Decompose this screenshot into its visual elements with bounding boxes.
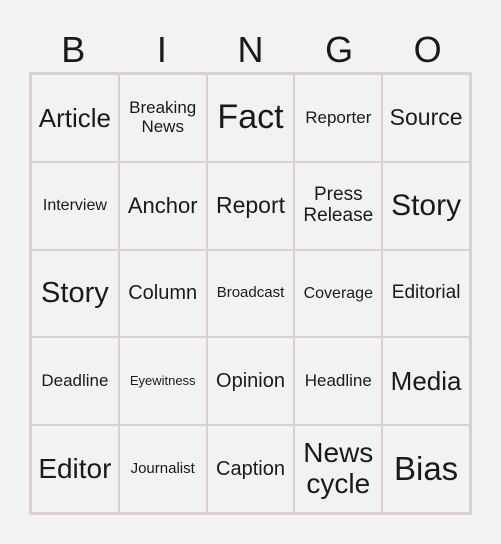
bingo-cell[interactable]: Breaking News [118,74,207,162]
header-letter-i: I [156,29,167,70]
bingo-cell[interactable]: Coverage [294,249,383,338]
bingo-cell[interactable]: Headline [294,337,383,426]
bingo-grid: Article Breaking News Fact Reporter Source In… [29,72,472,515]
bingo-cell[interactable]: Media [382,337,470,426]
header-letter-g: G [325,29,354,70]
bingo-cell[interactable]: Eyewitness [118,337,207,426]
bingo-cell[interactable]: Story [382,161,470,250]
bingo-cell[interactable]: Bias [382,425,470,513]
bingo-cell[interactable]: Editorial [382,249,470,338]
bingo-cell[interactable]: Anchor [118,161,207,250]
bingo-cell[interactable]: News cycle [294,425,383,513]
bingo-cell[interactable]: Opinion [206,337,295,426]
header-letter-o: O [413,29,442,70]
bingo-cell[interactable]: Source [382,74,470,162]
bingo-cell[interactable]: Broadcast [206,249,295,338]
bingo-cell[interactable]: Press Release [294,161,383,250]
bingo-cell[interactable]: Caption [206,425,295,513]
bingo-cell[interactable]: Fact [206,74,295,162]
bingo-cell[interactable]: Interview [31,161,119,250]
bingo-cell[interactable]: Journalist [118,425,207,513]
bingo-cell[interactable]: Report [206,161,295,250]
bingo-cell[interactable]: Deadline [31,337,119,426]
bingo-header: B I N G O [29,30,472,70]
bingo-cell[interactable]: Column [118,249,207,338]
bingo-cell[interactable]: Story [31,249,119,338]
bingo-cell[interactable]: Article [31,74,119,162]
header-letter-b: B [61,29,86,70]
bingo-cell[interactable]: Editor [31,425,119,513]
bingo-cell[interactable]: Reporter [294,74,383,162]
header-letter-n: N [237,29,264,70]
